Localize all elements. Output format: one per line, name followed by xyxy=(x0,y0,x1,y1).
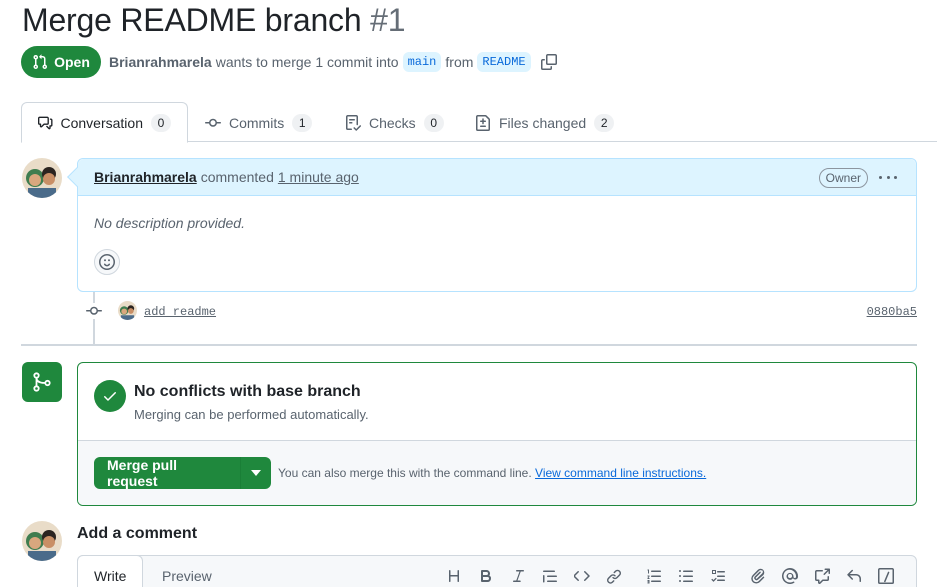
status-badge: Open xyxy=(21,46,101,78)
tab-conversation-label: Conversation xyxy=(60,114,144,131)
merge-pull-request-button[interactable]: Merge pull request xyxy=(94,457,241,489)
comment-header: Brianrahmarela commented 1 minute ago Ow… xyxy=(67,159,916,196)
link-icon[interactable] xyxy=(598,566,630,586)
merge-box: No conflicts with base branch Merging ca… xyxy=(77,362,917,506)
tab-files-changed-label: Files changed xyxy=(499,114,587,131)
pr-tabs: Conversation 0 Commits 1 Checks 0 Files … xyxy=(21,102,937,143)
add-reaction-button[interactable] xyxy=(94,249,120,275)
merge-status-subtitle: Merging can be performed automatically. xyxy=(134,407,369,422)
owner-badge: Owner xyxy=(818,168,868,188)
commit-sha-link[interactable]: 0880ba5 xyxy=(867,305,917,319)
numbered-list-icon[interactable] xyxy=(638,566,670,586)
head-branch-chip[interactable]: README xyxy=(477,52,531,72)
git-commit-icon xyxy=(205,118,221,127)
kebab-menu-icon[interactable] xyxy=(879,169,897,185)
pr-from-text: from xyxy=(445,54,474,70)
merge-options-dropdown[interactable] xyxy=(241,457,271,489)
add-comment-title: Add a comment xyxy=(77,525,198,542)
avatar-image xyxy=(22,521,62,561)
tab-files-changed[interactable]: Files changed 2 xyxy=(459,102,630,143)
markdown-toolbar xyxy=(438,566,902,586)
comment-caret xyxy=(67,167,87,187)
mention-icon[interactable] xyxy=(774,566,806,586)
pr-author-link[interactable]: Brianrahmarela xyxy=(109,54,212,70)
code-icon[interactable] xyxy=(566,566,598,586)
merge-status-icon-box xyxy=(22,362,62,402)
tab-commits[interactable]: Commits 1 xyxy=(189,102,328,143)
comment-box: Brianrahmarela commented 1 minute ago Ow… xyxy=(67,158,917,292)
commit-author-avatar[interactable] xyxy=(118,301,137,320)
tab-preview[interactable]: Preview xyxy=(146,555,228,587)
current-user-avatar[interactable] xyxy=(22,521,62,561)
comment-editor: Write Preview xyxy=(77,555,917,587)
avatar-image xyxy=(22,158,62,198)
pr-wants-text: wants to merge 1 commit into xyxy=(215,54,399,70)
merge-hint-text: You can also merge this with the command… xyxy=(278,466,532,480)
tab-files-changed-counter: 2 xyxy=(594,113,615,132)
check-circle-icon xyxy=(94,380,126,412)
tab-commits-counter: 1 xyxy=(292,113,313,132)
page-title: Merge README branch #1 xyxy=(22,2,406,39)
commit-message-link[interactable]: add readme xyxy=(144,305,216,319)
timeline-divider xyxy=(21,344,917,346)
merge-status: No conflicts with base branch Merging ca… xyxy=(78,363,916,441)
task-list-icon[interactable] xyxy=(702,566,734,586)
comment-author-link[interactable]: Brianrahmarela xyxy=(94,169,197,185)
merge-status-title: No conflicts with base branch xyxy=(134,383,361,400)
tab-write[interactable]: Write xyxy=(77,555,144,587)
comment-time-link[interactable]: 1 minute ago xyxy=(278,169,359,185)
status-badge-label: Open xyxy=(54,54,90,70)
merge-button-group: Merge pull request xyxy=(94,457,271,489)
tab-checks[interactable]: Checks 0 xyxy=(329,102,460,143)
avatar[interactable] xyxy=(22,158,62,198)
tab-checks-counter: 0 xyxy=(423,113,444,132)
paperclip-icon[interactable] xyxy=(742,566,774,586)
merge-actions: Merge pull request You can also merge th… xyxy=(78,441,916,505)
git-pull-request-icon xyxy=(33,54,48,70)
comment-discussion-icon xyxy=(38,116,53,129)
pr-number: #1 xyxy=(370,2,406,38)
merge-hint: You can also merge this with the command… xyxy=(278,466,706,480)
pr-meta-line: Brianrahmarela wants to merge 1 commit i… xyxy=(109,52,557,72)
cross-reference-icon[interactable] xyxy=(806,566,838,586)
comment-body: No description provided. xyxy=(94,215,245,231)
tab-conversation[interactable]: Conversation 0 xyxy=(21,102,188,143)
heading-icon[interactable] xyxy=(438,566,470,586)
tab-conversation-counter: 0 xyxy=(151,113,171,132)
pr-title-text: Merge README branch xyxy=(22,2,362,38)
slash-command-icon[interactable] xyxy=(870,566,902,586)
file-diff-icon xyxy=(476,114,490,131)
checklist-icon xyxy=(346,114,361,131)
smiley-icon xyxy=(99,254,115,270)
comment-action: commented xyxy=(200,169,274,185)
bulleted-list-icon[interactable] xyxy=(670,566,702,586)
italic-icon[interactable] xyxy=(502,566,534,586)
quote-icon[interactable] xyxy=(534,566,566,586)
git-merge-icon xyxy=(33,372,51,392)
copy-icon[interactable] xyxy=(540,54,557,70)
base-branch-chip[interactable]: main xyxy=(402,52,442,72)
triangle-down-icon xyxy=(251,470,261,476)
git-commit-icon xyxy=(86,303,102,319)
tab-commits-label: Commits xyxy=(229,114,285,131)
command-line-instructions-link[interactable]: View command line instructions. xyxy=(535,466,706,480)
bold-icon[interactable] xyxy=(470,566,502,586)
tab-checks-label: Checks xyxy=(369,114,416,131)
reply-icon[interactable] xyxy=(838,566,870,586)
